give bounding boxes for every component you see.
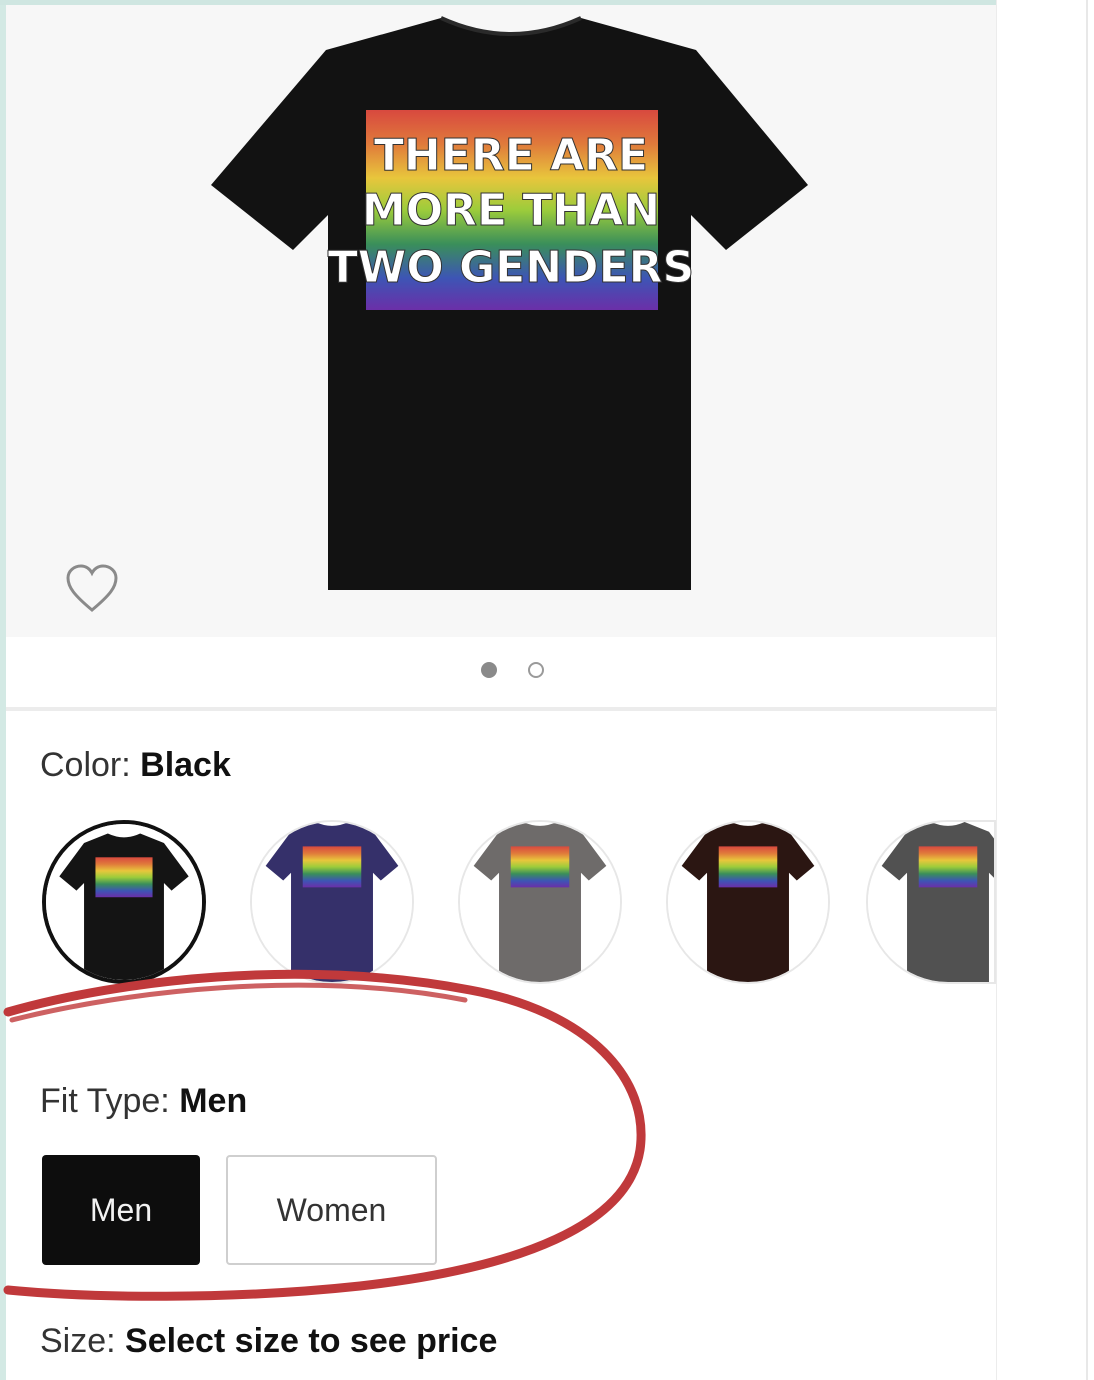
- shirt-text-line-2: MORE THAN: [362, 185, 660, 236]
- fit-type-selected-value: Men: [179, 1082, 248, 1120]
- size-label: Size: Select size to see price: [40, 1322, 498, 1360]
- red-circle-annotation: [3, 969, 646, 1301]
- color-swatch-dark-heather[interactable]: [866, 820, 996, 984]
- shirt-text-line-3: TWO GENDERS: [328, 242, 694, 293]
- color-selected-value: Black: [140, 746, 231, 784]
- shirt-text-line-1: THERE ARE: [374, 130, 648, 181]
- carousel-indicator: [6, 637, 996, 711]
- product-image-tshirt: THERE ARE MORE THAN TWO GENDERS: [211, 16, 808, 590]
- right-gutter-divider: [1086, 0, 1088, 1380]
- product-image-panel[interactable]: THERE ARE MORE THAN TWO GENDERS: [6, 5, 996, 637]
- carousel-dot-active[interactable]: [481, 662, 497, 678]
- color-swatch-black[interactable]: [42, 820, 206, 984]
- color-label: Color: Black: [40, 746, 231, 784]
- carousel-dot[interactable]: [528, 662, 544, 678]
- right-gutter: [996, 0, 1094, 1380]
- fit-type-women-button[interactable]: Women: [226, 1155, 437, 1265]
- fit-type-men-button[interactable]: Men: [42, 1155, 200, 1265]
- size-value: Select size to see price: [125, 1322, 498, 1360]
- color-swatch-navy[interactable]: [250, 820, 414, 984]
- heart-icon[interactable]: [64, 562, 120, 616]
- fit-type-label: Fit Type: Men: [40, 1082, 248, 1120]
- color-swatch-gray[interactable]: [458, 820, 622, 984]
- color-swatch-brown[interactable]: [666, 820, 830, 984]
